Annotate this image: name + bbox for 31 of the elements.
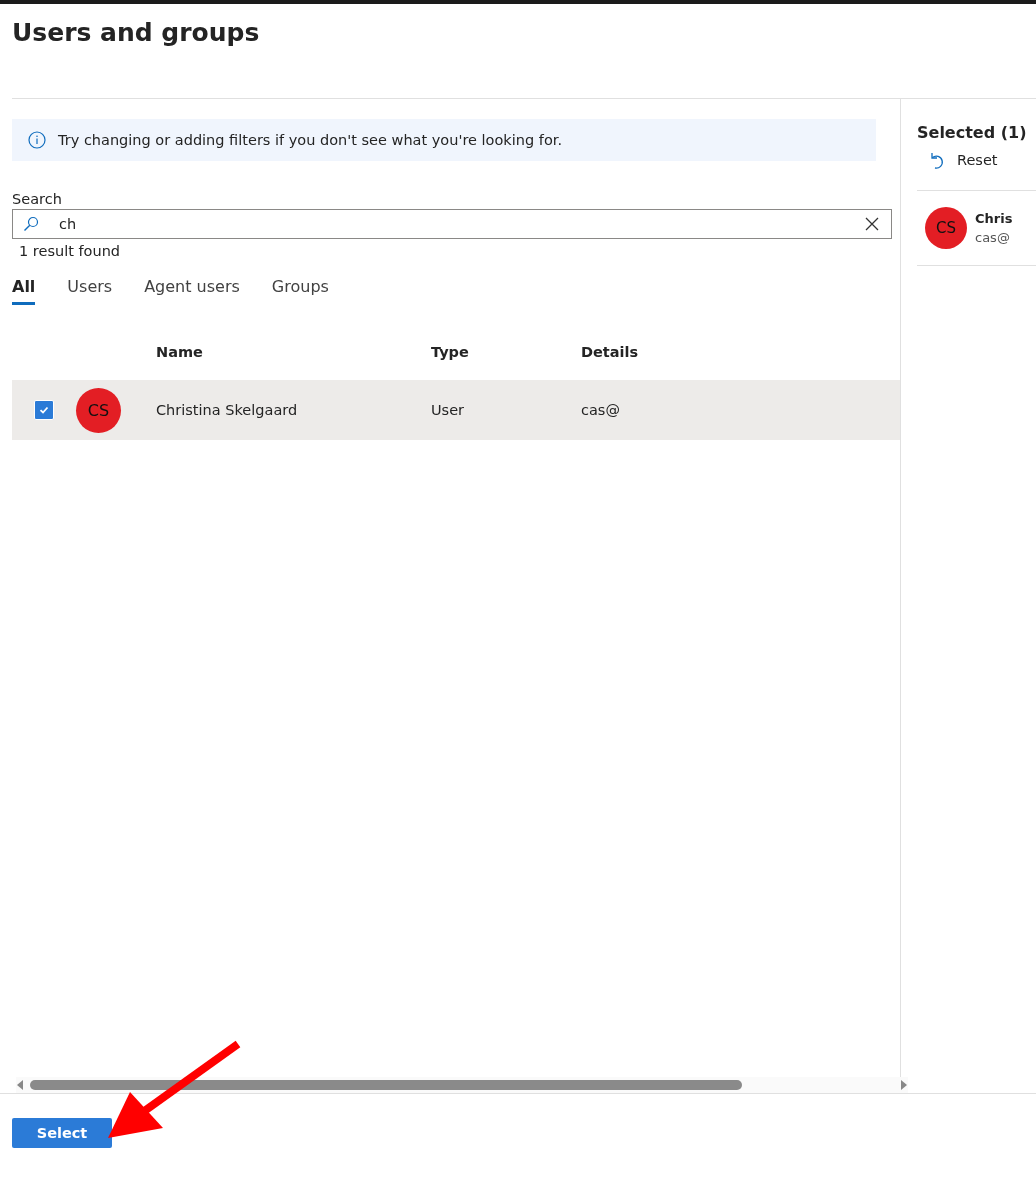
- column-header: Details: [581, 344, 640, 360]
- table-cell-text: cas@: [581, 402, 621, 418]
- scroll-right-icon[interactable]: [900, 1080, 908, 1090]
- selected-user-name: Chris: [975, 211, 1013, 226]
- selected-title: Selected (1): [917, 123, 1028, 142]
- info-text: Try changing or adding filters if you don't see what you're looking for.: [58, 132, 562, 148]
- table-row[interactable]: CS Christina Skelgaard User cas@: [12, 380, 900, 440]
- user-avatar: CS: [925, 207, 967, 249]
- select-button[interactable]: Select: [12, 1118, 112, 1148]
- filter-tab[interactable]: All: [12, 273, 36, 305]
- selected-user-details: cas@: [975, 230, 1011, 245]
- user-avatar: CS: [76, 387, 121, 433]
- page-title: Users and groups: [12, 18, 260, 47]
- column-header: Type: [431, 344, 470, 360]
- scroll-left-icon[interactable]: [16, 1080, 24, 1090]
- row-checkbox[interactable]: [34, 400, 54, 420]
- search-icon: [23, 216, 39, 232]
- table-cell-text: Christina Skelgaard: [156, 402, 299, 418]
- info-icon: [28, 131, 46, 149]
- filter-tab[interactable]: Groups: [271, 273, 329, 305]
- filter-tab[interactable]: Users: [67, 273, 113, 305]
- reset-button[interactable]: Reset: [929, 148, 1036, 172]
- checkmark-icon: [38, 404, 50, 416]
- search-input[interactable]: ch: [59, 216, 845, 232]
- table-cell-text: User: [431, 402, 466, 418]
- search-label: Search: [12, 191, 63, 207]
- clear-icon[interactable]: [865, 217, 879, 231]
- search-box[interactable]: ch: [12, 209, 892, 239]
- result-count: 1 result found: [19, 243, 122, 259]
- filter-tab[interactable]: Agent users: [144, 273, 240, 305]
- column-header: Name: [156, 344, 204, 360]
